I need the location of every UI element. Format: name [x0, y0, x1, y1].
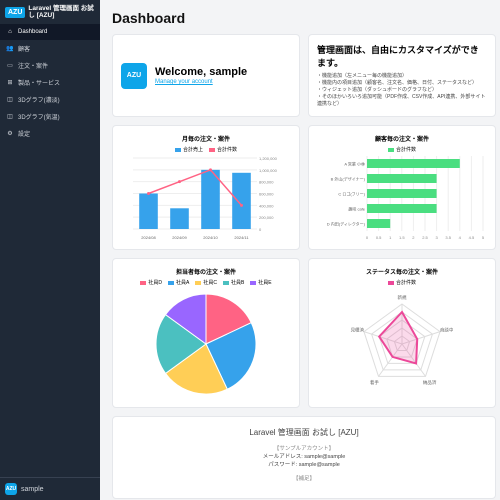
gear-icon: ⚙ — [6, 130, 14, 138]
logo-badge: AZU — [5, 7, 25, 18]
main-content: Dashboard AZU Welcome, sample Manage you… — [100, 0, 500, 500]
svg-text:3.5: 3.5 — [445, 235, 451, 240]
welcome-title: Welcome, sample — [155, 66, 247, 78]
sidebar-item-顧客[interactable]: 👥顧客 — [0, 40, 100, 57]
svg-text:2024/11: 2024/11 — [234, 235, 249, 240]
svg-text:1: 1 — [389, 235, 392, 240]
svg-text:2024/10: 2024/10 — [203, 235, 218, 240]
svg-text:5: 5 — [482, 235, 485, 240]
sidebar-item-3Dグラフ(気温)[interactable]: ◫3Dグラフ(気温) — [0, 108, 100, 125]
svg-text:見積済: 見積済 — [351, 326, 365, 333]
svg-text:0.5: 0.5 — [376, 235, 382, 240]
svg-text:400,000: 400,000 — [259, 203, 274, 208]
svg-text:A 営業 小林: A 営業 小林 — [344, 161, 365, 167]
tag-icon: ⊞ — [6, 79, 14, 87]
chart-legend: 社員D社員A社員C社員B社員E — [121, 279, 291, 286]
sidebar-nav: ⌂Dashboard👥顧客▭注文・案件⊞製品・サービス◫3Dグラフ(濃淡)◫3D… — [0, 24, 100, 477]
svg-text:D 内田(ディレクター): D 内田(ディレクター) — [327, 221, 366, 227]
chart-title: 担当者毎の注文・案件 — [121, 267, 291, 276]
pie-chart — [141, 289, 271, 399]
welcome-logo: AZU — [121, 63, 147, 89]
sidebar-item-3Dグラフ(濃淡)[interactable]: ◫3Dグラフ(濃淡) — [0, 91, 100, 108]
svg-text:0: 0 — [366, 235, 369, 240]
notice-card: 管理画面は、自由にカスタマイズができます。 ・機能追加（左メニュー毎の機能追加）… — [308, 34, 496, 117]
chart-title: ステータス毎の注文・案件 — [317, 267, 487, 276]
chart-title: 月毎の注文・案件 — [121, 134, 291, 143]
sidebar: AZU Laravel 管理画面 お試し [AZU] ⌂Dashboard👥顧客… — [0, 0, 100, 500]
svg-text:2: 2 — [412, 235, 415, 240]
sidebar-footer[interactable]: AZU sample — [0, 477, 100, 500]
svg-text:0: 0 — [259, 227, 262, 232]
svg-text:200,000: 200,000 — [259, 215, 274, 220]
svg-text:3: 3 — [435, 235, 438, 240]
svg-text:600,000: 600,000 — [259, 192, 274, 197]
svg-text:4: 4 — [459, 235, 462, 240]
sidebar-logo: AZU Laravel 管理画面 お試し [AZU] — [0, 0, 100, 24]
svg-text:800,000: 800,000 — [259, 180, 274, 185]
notice-title: 管理画面は、自由にカスタマイズができます。 — [317, 43, 487, 69]
avatar: AZU — [5, 483, 17, 495]
svg-text:1,000,000: 1,000,000 — [259, 168, 278, 173]
hbar-chart: 0 0.5 1 1.5 2 2.5 3 3.5 4 4.5 5 A 営業 小林 B 外山(デザイナー) C… — [317, 156, 487, 241]
customer-chart-card: 顧客毎の注文・案件 合計件数 00.511.522.533.544.55A 営業… — [308, 125, 496, 250]
footer-card: Laravel 管理画面 お試し [AZU] 【サンプルアカウント】 メールアド… — [112, 416, 496, 499]
svg-text:B 外山(デザイナー): B 外山(デザイナー) — [331, 176, 366, 182]
cube-icon: ◫ — [6, 96, 14, 104]
bar-line-chart: 0 200,000 400,000 600,000 800,000 1,000,000 1,… — [121, 156, 291, 241]
svg-text:2.5: 2.5 — [422, 235, 428, 240]
box-icon: ▭ — [6, 62, 14, 70]
svg-text:1,200,000: 1,200,000 — [259, 156, 278, 161]
status-chart-card: ステータス毎の注文・案件 合計件数 新規商談中納品済着手見積済 — [308, 258, 496, 408]
manage-account-link[interactable]: Manage your account — [155, 79, 213, 85]
svg-text:着手: 着手 — [370, 379, 379, 386]
sidebar-item-Dashboard[interactable]: ⌂Dashboard — [0, 24, 100, 40]
page-title: Dashboard — [112, 10, 488, 26]
cube-icon: ◫ — [6, 113, 14, 121]
users-icon: 👥 — [6, 45, 14, 53]
notice-list: ・機能追加（左メニュー毎の機能追加）・機能内の項目追加（顧客名、注文名、価格、日… — [317, 73, 487, 108]
monthly-chart-card: 月毎の注文・案件 合計売上 合計件数 0 200,000 400,000 600,00… — [112, 125, 300, 250]
sidebar-item-製品・サービス[interactable]: ⊞製品・サービス — [0, 74, 100, 91]
chart-legend: 合計売上 合計件数 — [121, 146, 291, 153]
user-name: sample — [21, 486, 44, 493]
svg-text:趣味 cafe: 趣味 cafe — [348, 206, 365, 212]
radar-chart: 新規商談中納品済 着手 見積済 — [327, 289, 477, 399]
footer-title: Laravel 管理画面 お試し [AZU] — [123, 427, 485, 438]
app-title: Laravel 管理画面 お試し [AZU] — [28, 5, 95, 19]
svg-text:C ロゴ(フリー): C ロゴ(フリー) — [338, 191, 365, 197]
svg-text:4.5: 4.5 — [469, 235, 475, 240]
svg-text:新規: 新規 — [398, 294, 407, 301]
svg-text:2024/08: 2024/08 — [141, 235, 156, 240]
svg-text:商談中: 商談中 — [440, 326, 454, 333]
staff-chart-card: 担当者毎の注文・案件 社員D社員A社員C社員B社員E — [112, 258, 300, 408]
svg-text:1.5: 1.5 — [399, 235, 405, 240]
svg-text:納品済: 納品済 — [423, 379, 437, 386]
chart-title: 顧客毎の注文・案件 — [317, 134, 487, 143]
svg-text:2024/09: 2024/09 — [172, 235, 187, 240]
home-icon: ⌂ — [6, 28, 14, 36]
sidebar-item-設定[interactable]: ⚙設定 — [0, 125, 100, 142]
welcome-card: AZU Welcome, sample Manage your account — [112, 34, 300, 117]
sidebar-item-注文・案件[interactable]: ▭注文・案件 — [0, 57, 100, 74]
